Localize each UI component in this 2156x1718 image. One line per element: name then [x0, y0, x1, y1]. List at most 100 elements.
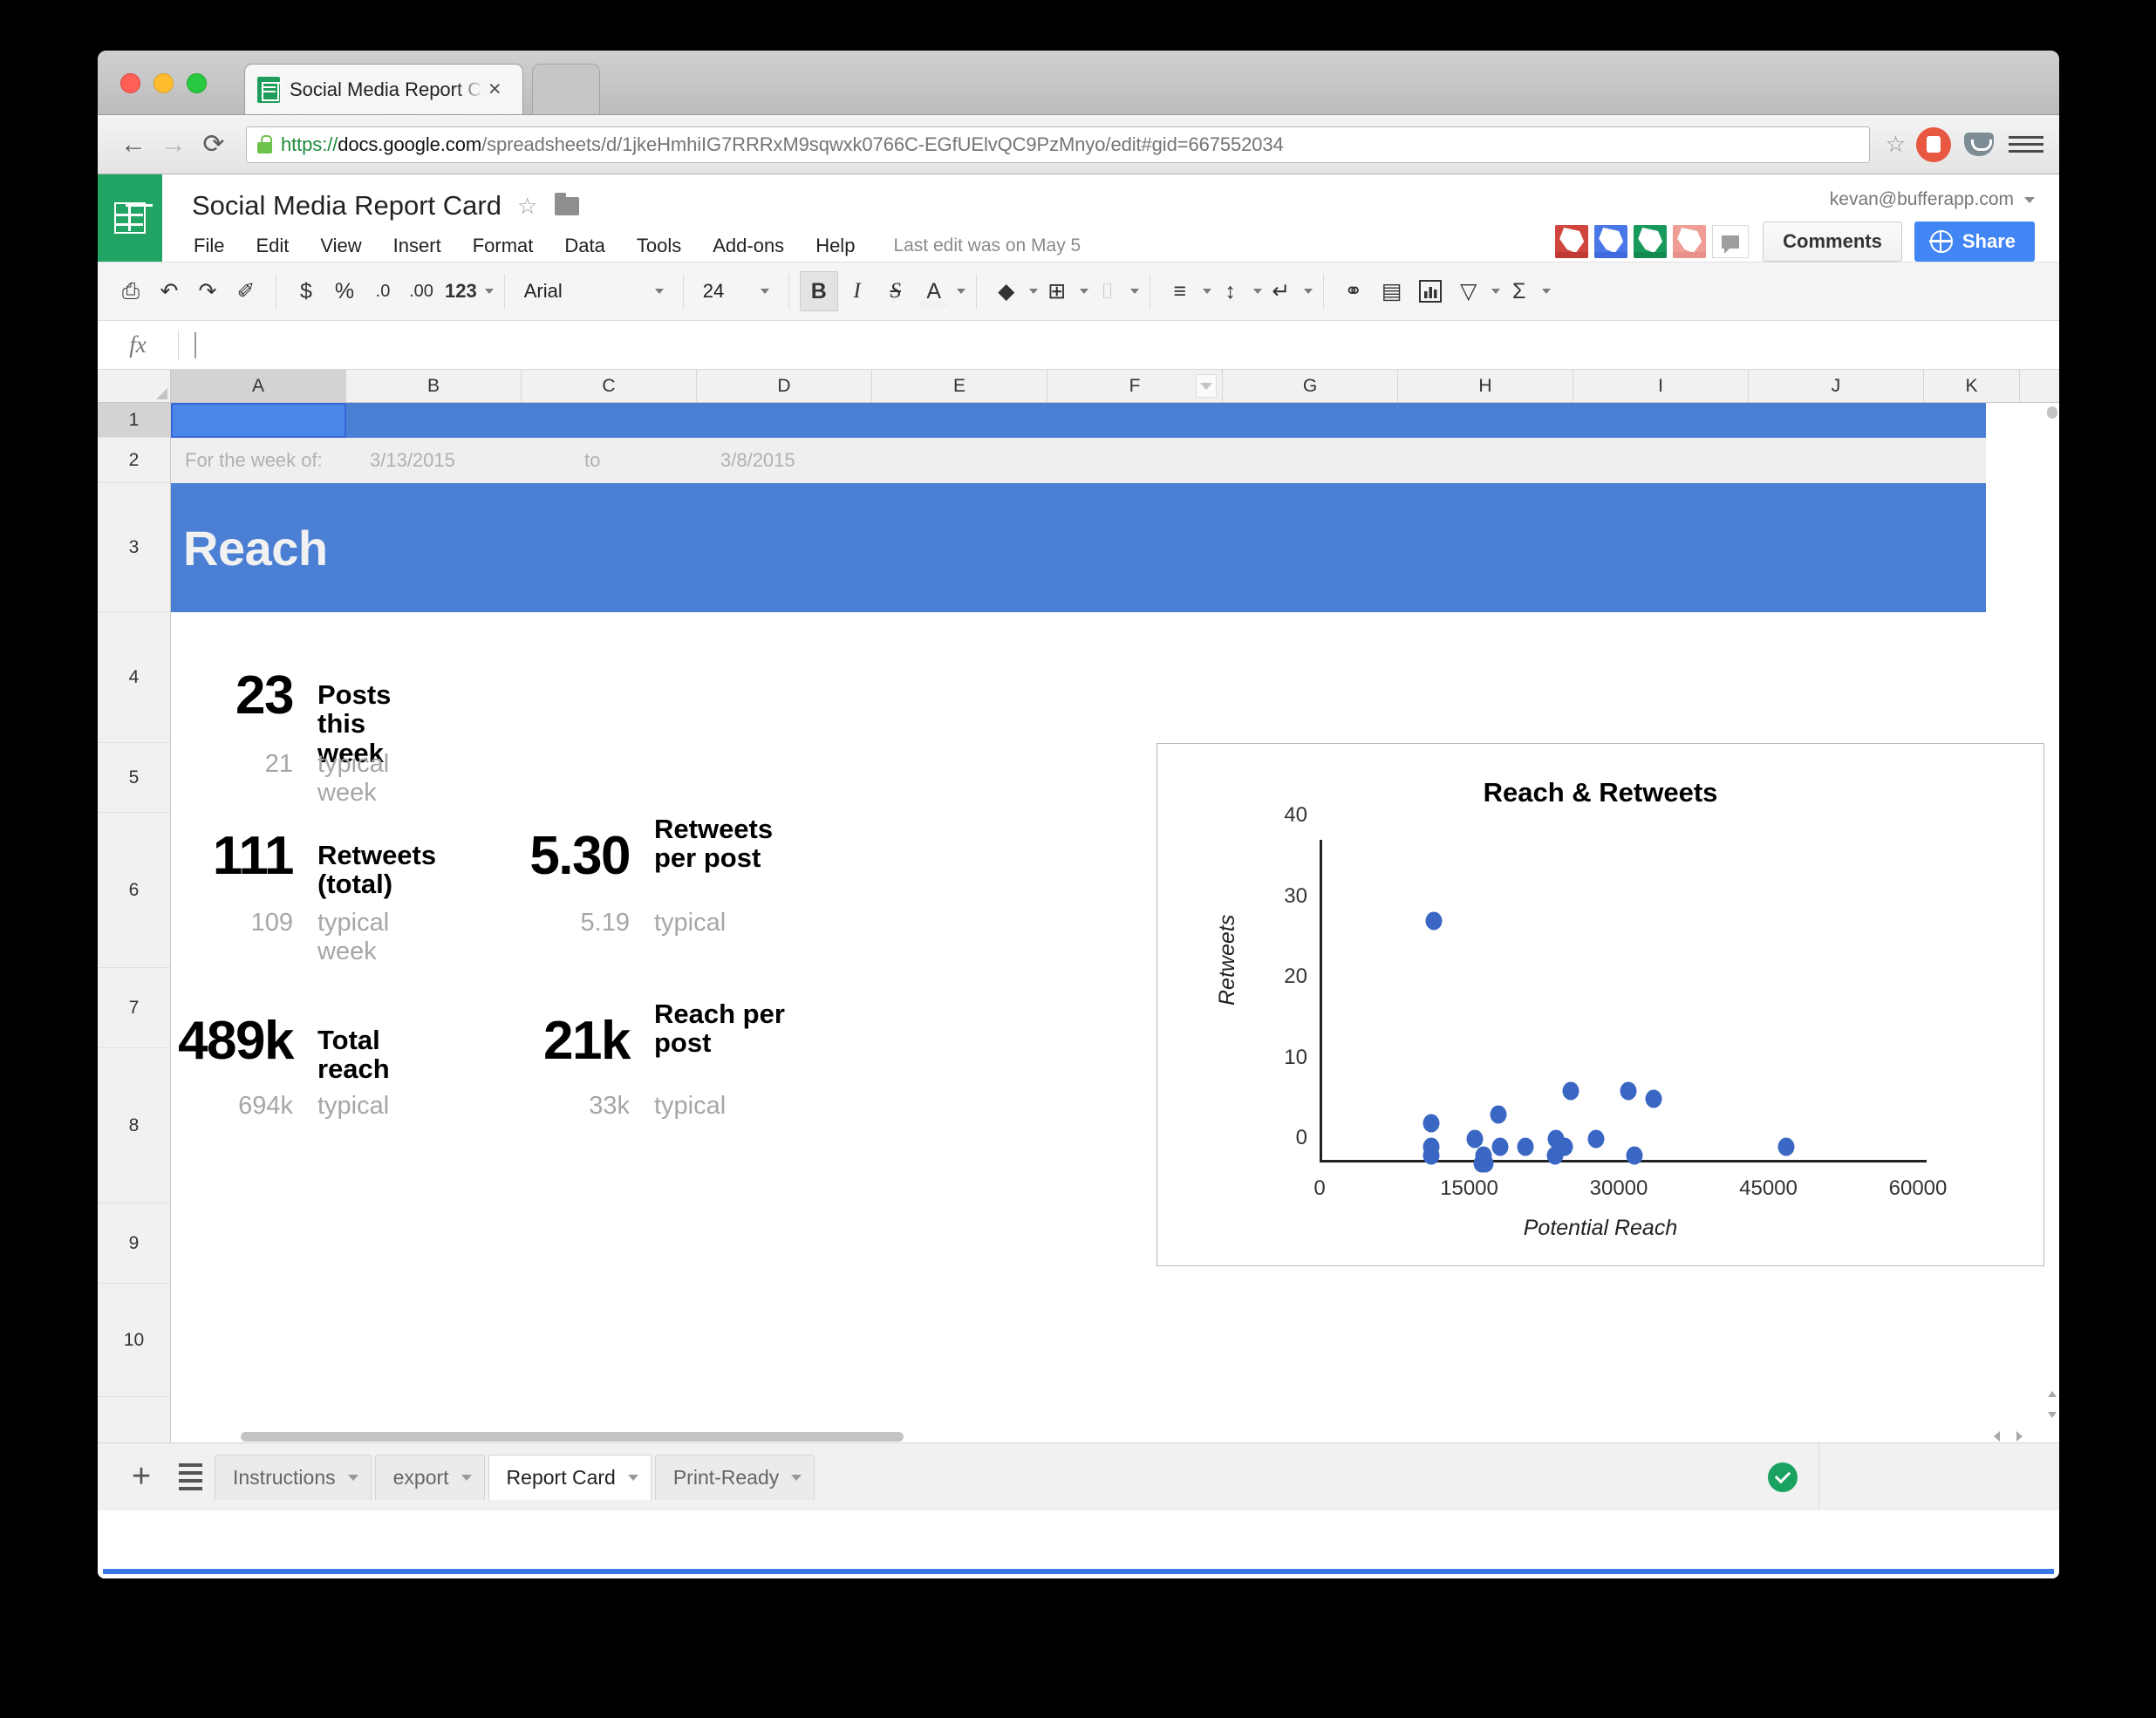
chevron-down-icon[interactable]	[791, 1474, 802, 1481]
decrease-decimal-icon[interactable]: .0	[364, 271, 402, 311]
bookmark-star-icon[interactable]: ☆	[1886, 131, 1906, 158]
extension-pocket-icon[interactable]	[1962, 127, 1996, 162]
italic-button[interactable]: I	[838, 271, 877, 311]
fill-color-button[interactable]: ◆	[103, 271, 2054, 1574]
address-bar[interactable]: https://docs.google.com/spreadsheets/d/1…	[246, 126, 1870, 163]
vertical-align-icon[interactable]: ↕	[1211, 271, 1250, 311]
active-cell-a1[interactable]	[171, 403, 346, 438]
browser-menu-icon[interactable]	[2009, 132, 2043, 157]
chevron-down-icon[interactable]	[1303, 289, 1313, 294]
sheet-tab[interactable]: Instructions	[215, 1454, 372, 1500]
chevron-down-icon[interactable]	[1541, 289, 1551, 294]
column-header-h[interactable]: H	[1398, 370, 1573, 402]
row-header-4[interactable]: 4	[98, 612, 170, 743]
last-edit-status[interactable]: Last edit was on May 5	[893, 235, 1081, 256]
select-all-corner[interactable]	[98, 370, 171, 402]
forward-icon[interactable]: →	[154, 125, 194, 165]
row-header-9[interactable]: 9	[98, 1203, 170, 1284]
sheet-tab[interactable]: export	[374, 1454, 485, 1500]
collaborator-avatar[interactable]	[1594, 225, 1628, 258]
cell-d2[interactable]: 3/8/2015	[720, 449, 795, 472]
sheet-tab[interactable]: Print-Ready	[654, 1454, 815, 1500]
formula-input[interactable]	[179, 331, 2059, 360]
scroll-down-icon[interactable]	[2048, 1412, 2057, 1418]
horizontal-scrollbar-thumb[interactable]	[241, 1432, 904, 1442]
column-header-k[interactable]: K	[1924, 370, 2020, 402]
more-formats-label[interactable]: 123	[440, 271, 481, 311]
chevron-down-icon[interactable]	[956, 289, 965, 294]
chevron-down-icon[interactable]	[461, 1474, 472, 1481]
add-sheet-icon[interactable]: +	[117, 1458, 166, 1496]
chevron-down-icon[interactable]	[484, 289, 494, 294]
comments-button[interactable]: Comments	[1763, 222, 1902, 262]
merge-cells-icon[interactable]: ⌷	[1088, 271, 1127, 311]
comment-bubble-icon[interactable]	[1712, 225, 1750, 258]
font-size-select[interactable]: 24	[694, 271, 778, 311]
row-header-1[interactable]: 1	[98, 403, 170, 438]
scroll-left-icon[interactable]	[1994, 1431, 2000, 1442]
menu-tools[interactable]: Tools	[635, 232, 683, 260]
collaborator-avatar[interactable]	[1673, 225, 1707, 258]
insert-chart-icon[interactable]	[1411, 271, 1450, 311]
chevron-down-icon[interactable]	[1028, 289, 1038, 294]
row-header-2[interactable]: 2	[98, 438, 170, 483]
menu-insert[interactable]: Insert	[392, 232, 443, 260]
sheet-tab[interactable]: Report Card	[488, 1454, 652, 1500]
increase-decimal-icon[interactable]: .00	[402, 271, 440, 311]
row-header-3[interactable]: 3	[98, 483, 170, 612]
insert-comment-icon[interactable]: ▤	[1373, 271, 1411, 311]
column-header-d[interactable]: D	[697, 370, 872, 402]
redo-icon[interactable]: ↷	[188, 271, 227, 311]
column-header-e[interactable]: E	[872, 370, 1047, 402]
menu-data[interactable]: Data	[563, 232, 606, 260]
cell-b2[interactable]: 3/13/2015	[370, 449, 455, 472]
chevron-down-icon[interactable]	[1129, 289, 1139, 294]
vertical-scrollbar-thumb[interactable]	[2047, 406, 2057, 419]
paint-format-icon[interactable]: ✐	[227, 271, 265, 311]
borders-icon[interactable]: ⊞	[1038, 271, 1076, 311]
column-header-i[interactable]: I	[1573, 370, 1749, 402]
scroll-up-icon[interactable]	[2048, 1391, 2057, 1397]
functions-icon[interactable]: Σ	[1500, 271, 1539, 311]
scroll-right-icon[interactable]	[2016, 1431, 2023, 1442]
column-header-a[interactable]: A	[171, 370, 346, 402]
row-header-5[interactable]: 5	[98, 743, 170, 813]
strikethrough-button[interactable]: S	[877, 271, 915, 311]
account-menu[interactable]: kevan@bufferapp.com	[1830, 187, 2035, 213]
chevron-down-icon[interactable]	[627, 1474, 638, 1481]
window-maximize-button[interactable]	[187, 73, 207, 93]
collaborator-avatar[interactable]	[1634, 225, 1668, 258]
reload-icon[interactable]: ⟳	[194, 125, 234, 165]
text-wrap-icon[interactable]: ↵	[1262, 271, 1300, 311]
column-header-g[interactable]: G	[1223, 370, 1398, 402]
back-icon[interactable]: ←	[113, 125, 154, 165]
close-icon[interactable]: ×	[488, 78, 501, 100]
insert-link-icon[interactable]: ⚭	[1334, 271, 1373, 311]
print-icon[interactable]: ⎙	[112, 271, 150, 311]
column-header-c[interactable]: C	[522, 370, 697, 402]
filter-dropdown-icon[interactable]	[1196, 374, 1217, 398]
font-family-select[interactable]: Arial	[515, 271, 672, 311]
row-header-10[interactable]: 10	[98, 1284, 170, 1397]
currency-format-icon[interactable]: $	[287, 271, 325, 311]
reach-retweets-chart[interactable]: Reach & Retweets Retweets 0 10 20 30 40 0 150…	[1156, 743, 2044, 1266]
column-header-j[interactable]: J	[1749, 370, 1924, 402]
chevron-down-icon[interactable]	[347, 1474, 358, 1481]
bold-button[interactable]: B	[799, 271, 838, 311]
browser-tab-background[interactable]	[532, 64, 600, 114]
star-icon[interactable]: ☆	[517, 193, 537, 220]
chevron-down-icon[interactable]	[1079, 289, 1088, 294]
column-header-f[interactable]: F	[1047, 370, 1223, 402]
cell-a2[interactable]: For the week of:	[185, 449, 323, 472]
menu-edit[interactable]: Edit	[254, 232, 290, 260]
filter-icon[interactable]: ▽	[1450, 271, 1488, 311]
folder-icon[interactable]	[555, 192, 580, 215]
chevron-down-icon[interactable]	[1202, 289, 1211, 294]
undo-icon[interactable]: ↶	[150, 271, 188, 311]
chevron-down-icon[interactable]	[1491, 289, 1500, 294]
horizontal-align-icon[interactable]: ≡	[1161, 271, 1199, 311]
menu-file[interactable]: File	[192, 232, 226, 260]
all-sheets-icon[interactable]	[166, 1462, 215, 1493]
percent-format-icon[interactable]: %	[325, 271, 364, 311]
page-title[interactable]: Social Media Report Card	[192, 190, 501, 222]
